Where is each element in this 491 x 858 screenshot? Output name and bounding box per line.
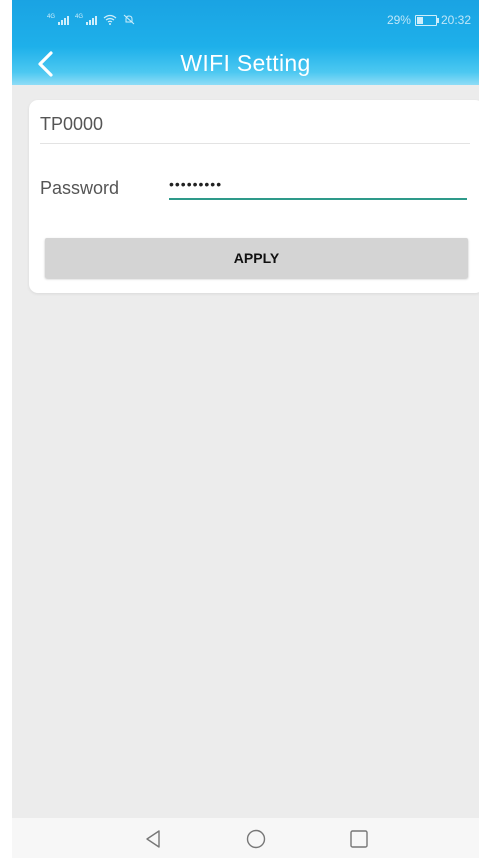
ssid-value: TP0000: [40, 114, 104, 134]
signal-icon-1: [58, 16, 70, 25]
circle-home-icon[interactable]: [245, 828, 267, 850]
apply-button[interactable]: APPLY: [45, 238, 468, 278]
status-icons-left: 4G 4G: [47, 14, 135, 25]
password-label: Password: [40, 178, 120, 198]
battery-icon: [414, 14, 439, 26]
status-bar: 4G 4G 29% 20:32: [12, 0, 479, 38]
password-field[interactable]: [169, 170, 467, 200]
page-title: WIFI Setting: [180, 50, 311, 76]
triangle-back-icon[interactable]: [142, 828, 164, 850]
network-type-1: 4G: [47, 14, 56, 20]
system-nav-bar: [12, 818, 479, 858]
battery-percent: 29%: [386, 13, 411, 27]
wifi-icon: [103, 14, 117, 25]
square-recents-icon[interactable]: [348, 828, 370, 850]
divider: [40, 143, 470, 144]
app-screen: 4G 4G 29% 20:32 WIFI Setting TP0000 Pass…: [12, 0, 479, 858]
status-icons-right: 29% 20:32: [387, 13, 471, 27]
signal-icon-2: [86, 16, 98, 25]
mute-bell-icon: [123, 14, 135, 25]
wifi-form-card: TP0000 Password APPLY: [29, 100, 479, 293]
status-time: 20:32: [440, 13, 471, 27]
network-type-2: 4G: [75, 14, 84, 20]
app-header: 4G 4G 29% 20:32 WIFI Setting: [12, 0, 479, 85]
